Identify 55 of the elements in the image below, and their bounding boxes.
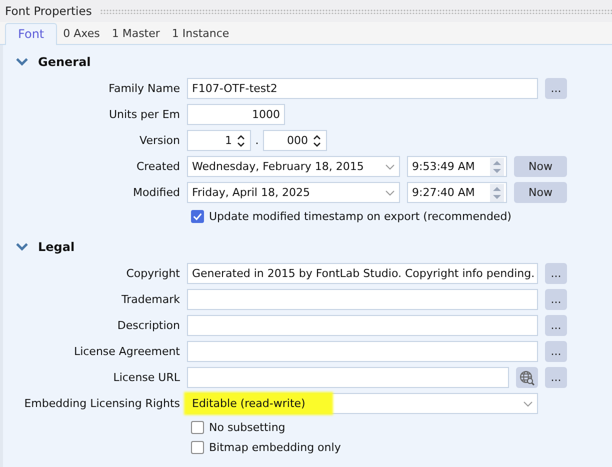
field-label: Version (138, 134, 180, 147)
text-field[interactable] (187, 289, 538, 310)
more-button[interactable]: ... (545, 367, 567, 388)
version-separator: . (254, 134, 260, 147)
text-field[interactable] (187, 341, 538, 362)
field-label: Modified (132, 186, 180, 199)
dropdown[interactable]: Editable (read-write) (187, 393, 538, 414)
checkbox-label: Bitmap embedding only (209, 440, 341, 454)
panel-title: Font Properties (5, 4, 92, 18)
field-label: Embedding Licensing Rights (23, 397, 180, 410)
field-label: License URL (112, 371, 180, 384)
field-label: License Agreement (72, 345, 180, 358)
checkbox[interactable] (191, 420, 204, 434)
more-button[interactable]: ... (545, 263, 567, 284)
section-title: Legal (38, 240, 75, 254)
time-spinner[interactable]: 9:27:40 AM (407, 182, 507, 203)
checkbox[interactable] (191, 210, 204, 222)
text-field[interactable] (187, 315, 538, 336)
date-dropdown[interactable]: Friday, April 18, 2025 (187, 182, 400, 203)
tab[interactable]: Font (5, 23, 58, 45)
checkbox[interactable] (191, 440, 204, 454)
globe-search-icon[interactable] (516, 367, 538, 388)
now-button[interactable]: Now (514, 156, 567, 177)
more-button[interactable]: ... (545, 341, 567, 362)
time-spinner[interactable]: 9:53:49 AM (407, 156, 507, 177)
now-button[interactable]: Now (514, 182, 567, 203)
more-button[interactable]: ... (545, 78, 567, 99)
text-field[interactable]: F107-OTF-test2 (187, 78, 538, 99)
section-title: General (38, 55, 91, 69)
chevron-down-icon[interactable] (385, 190, 395, 196)
date-dropdown[interactable]: Wednesday, February 18, 2015 (187, 156, 400, 177)
tab[interactable]: 1 Instance (166, 24, 236, 44)
tab[interactable]: 0 Axes (57, 24, 106, 44)
url-field[interactable] (187, 367, 509, 388)
spin-field[interactable]: 1 (187, 130, 251, 151)
spin-arrows-icon[interactable] (312, 132, 322, 148)
chevron-down-icon[interactable] (385, 164, 395, 170)
field-label: Units per Em (108, 108, 180, 121)
field-label: Family Name (108, 82, 180, 95)
spin-field[interactable]: 000 (263, 130, 327, 151)
chevron-down-icon[interactable] (523, 400, 533, 406)
chevron-icon[interactable] (16, 58, 28, 66)
spin-arrows-icon[interactable] (236, 132, 246, 148)
field-label: Copyright (125, 267, 180, 280)
field-label: Description (116, 319, 180, 332)
checkbox-label: No subsetting (209, 420, 286, 434)
field-label: Trademark (120, 293, 180, 306)
tab[interactable]: 1 Master (106, 24, 166, 44)
text-field[interactable]: Generated in 2015 by FontLab Studio. Copyright info pending. (187, 263, 538, 284)
number-field[interactable]: 1000 (187, 104, 285, 125)
field-label: Created (135, 160, 180, 173)
more-button[interactable]: ... (545, 315, 567, 336)
more-button[interactable]: ... (545, 289, 567, 310)
chevron-icon[interactable] (16, 243, 28, 251)
checkbox-label: Update modified timestamp on export (recommended) (209, 210, 512, 222)
